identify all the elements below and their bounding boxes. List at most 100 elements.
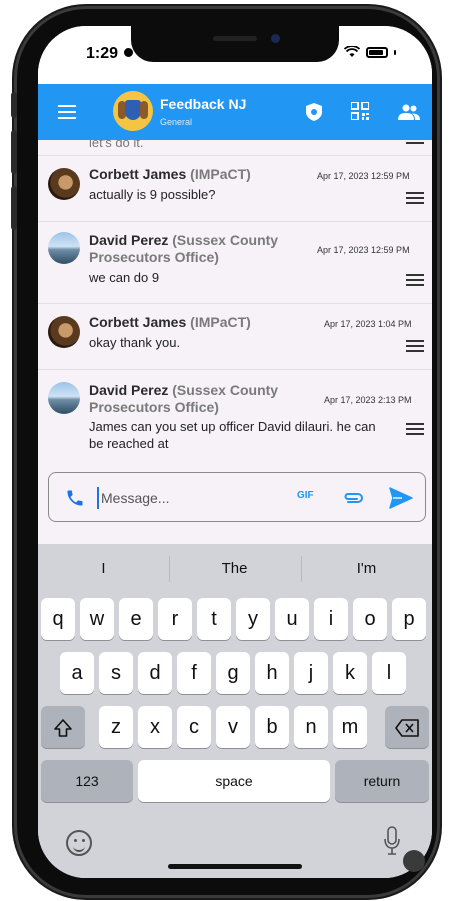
wifi-icon — [344, 46, 360, 57]
key-v[interactable]: v — [216, 706, 250, 748]
key-c[interactable]: c — [177, 706, 211, 748]
sender-name-text: David Perez — [89, 382, 169, 398]
backspace-key[interactable] — [385, 706, 429, 748]
message-menu-icon[interactable] — [406, 274, 424, 286]
key-j[interactable]: j — [294, 652, 328, 694]
message-list[interactable]: let's do it. Corbett James (IMPaCT) Apr … — [38, 140, 432, 464]
sender-name: Corbett James (IMPaCT) — [89, 314, 251, 331]
message-text: okay thank you. — [89, 335, 181, 350]
suggestion-2[interactable]: The — [169, 560, 300, 577]
app-subtitle: General — [160, 117, 193, 127]
battery-tip — [394, 49, 396, 55]
avatar[interactable] — [48, 316, 80, 348]
side-button — [11, 186, 17, 230]
key-u[interactable]: u — [275, 598, 309, 640]
sender-name: Corbett James (IMPaCT) — [89, 166, 251, 183]
space-key[interactable]: space — [138, 760, 330, 802]
message-input[interactable] — [97, 487, 277, 509]
suggestion-3[interactable]: I'm — [301, 560, 432, 577]
qr-code-icon[interactable] — [351, 102, 369, 120]
shift-key[interactable] — [41, 706, 85, 748]
message-composer: GIF — [48, 472, 426, 522]
message-timestamp: Apr 17, 2023 2:13 PM — [324, 395, 412, 405]
suggestion-1[interactable]: I — [38, 560, 169, 577]
key-x[interactable]: x — [138, 706, 172, 748]
nj-seal-logo — [113, 91, 153, 131]
sender-name-text: Corbett James — [89, 314, 187, 330]
numbers-key[interactable]: 123 — [41, 760, 133, 802]
key-p[interactable]: p — [392, 598, 426, 640]
gif-button[interactable]: GIF — [297, 490, 314, 501]
battery-icon — [366, 46, 388, 58]
attachment-icon[interactable] — [343, 490, 363, 506]
key-f[interactable]: f — [177, 652, 211, 694]
sender-name-text: David Perez — [89, 232, 169, 248]
key-w[interactable]: w — [80, 598, 114, 640]
send-icon[interactable] — [389, 487, 413, 509]
emoji-icon[interactable] — [66, 830, 92, 856]
notch — [131, 26, 339, 62]
side-button — [11, 130, 17, 174]
message-timestamp: Apr 17, 2023 12:59 PM — [317, 171, 410, 181]
home-indicator[interactable] — [168, 864, 302, 869]
message-item[interactable]: David Perez (Sussex County Prosecutors O… — [38, 370, 432, 464]
message-text: we can do 9 — [89, 270, 160, 285]
message-item[interactable]: let's do it. — [38, 140, 432, 156]
key-o[interactable]: o — [353, 598, 387, 640]
people-icon[interactable] — [398, 104, 420, 120]
sender-org: (IMPaCT) — [190, 314, 251, 330]
sender-org: (IMPaCT) — [190, 166, 251, 182]
key-r[interactable]: r — [158, 598, 192, 640]
side-button — [11, 92, 17, 118]
message-text: let's do it. — [89, 140, 144, 150]
avatar[interactable] — [48, 168, 80, 200]
sender-name-text: Corbett James — [89, 166, 187, 182]
key-k[interactable]: k — [333, 652, 367, 694]
keyboard-suggestions: I The I'm — [38, 544, 432, 594]
key-t[interactable]: t — [197, 598, 231, 640]
message-menu-icon[interactable] — [406, 142, 424, 154]
screen: 1:29 Feedback NJ General let's do it. Co… — [38, 26, 432, 878]
menu-icon[interactable] — [58, 105, 76, 119]
message-text: James can you set up officer David dilau… — [89, 419, 376, 451]
shield-icon[interactable] — [306, 103, 322, 121]
microphone-icon[interactable] — [384, 826, 400, 856]
message-item[interactable]: David Perez (Sussex County Prosecutors O… — [38, 222, 432, 304]
message-item[interactable]: Corbett James (IMPaCT) Apr 17, 2023 12:5… — [38, 156, 432, 222]
message-text: actually is 9 possible? — [89, 187, 216, 202]
key-l[interactable]: l — [372, 652, 406, 694]
message-timestamp: Apr 17, 2023 12:59 PM — [317, 245, 410, 255]
backspace-icon — [395, 718, 419, 737]
keyboard: I The I'm q w e r t y u i o p a s d f g … — [38, 544, 432, 878]
key-s[interactable]: s — [99, 652, 133, 694]
shift-icon — [54, 718, 72, 737]
status-time: 1:29 — [86, 45, 134, 63]
message-menu-icon[interactable] — [406, 340, 424, 352]
key-d[interactable]: d — [138, 652, 172, 694]
key-z[interactable]: z — [99, 706, 133, 748]
message-menu-icon[interactable] — [406, 192, 424, 204]
key-h[interactable]: h — [255, 652, 289, 694]
message-item[interactable]: Corbett James (IMPaCT) Apr 17, 2023 1:04… — [38, 304, 432, 370]
return-key[interactable]: return — [335, 760, 429, 802]
status-time-text: 1:29 — [86, 45, 119, 62]
key-b[interactable]: b — [255, 706, 289, 748]
key-y[interactable]: y — [236, 598, 270, 640]
sender-name: David Perez (Sussex County Prosecutors O… — [89, 382, 309, 416]
status-icons — [344, 46, 396, 58]
key-a[interactable]: a — [60, 652, 94, 694]
floating-badge — [403, 850, 425, 872]
key-n[interactable]: n — [294, 706, 328, 748]
app-bar: Feedback NJ General — [38, 84, 432, 140]
key-i[interactable]: i — [314, 598, 348, 640]
key-e[interactable]: e — [119, 598, 153, 640]
key-m[interactable]: m — [333, 706, 367, 748]
key-g[interactable]: g — [216, 652, 250, 694]
avatar[interactable] — [48, 232, 80, 264]
app-title: Feedback NJ — [160, 96, 247, 112]
sender-name: David Perez (Sussex County Prosecutors O… — [89, 232, 309, 266]
phone-icon[interactable] — [65, 488, 85, 508]
message-menu-icon[interactable] — [406, 423, 424, 435]
key-q[interactable]: q — [41, 598, 75, 640]
avatar[interactable] — [48, 382, 80, 414]
